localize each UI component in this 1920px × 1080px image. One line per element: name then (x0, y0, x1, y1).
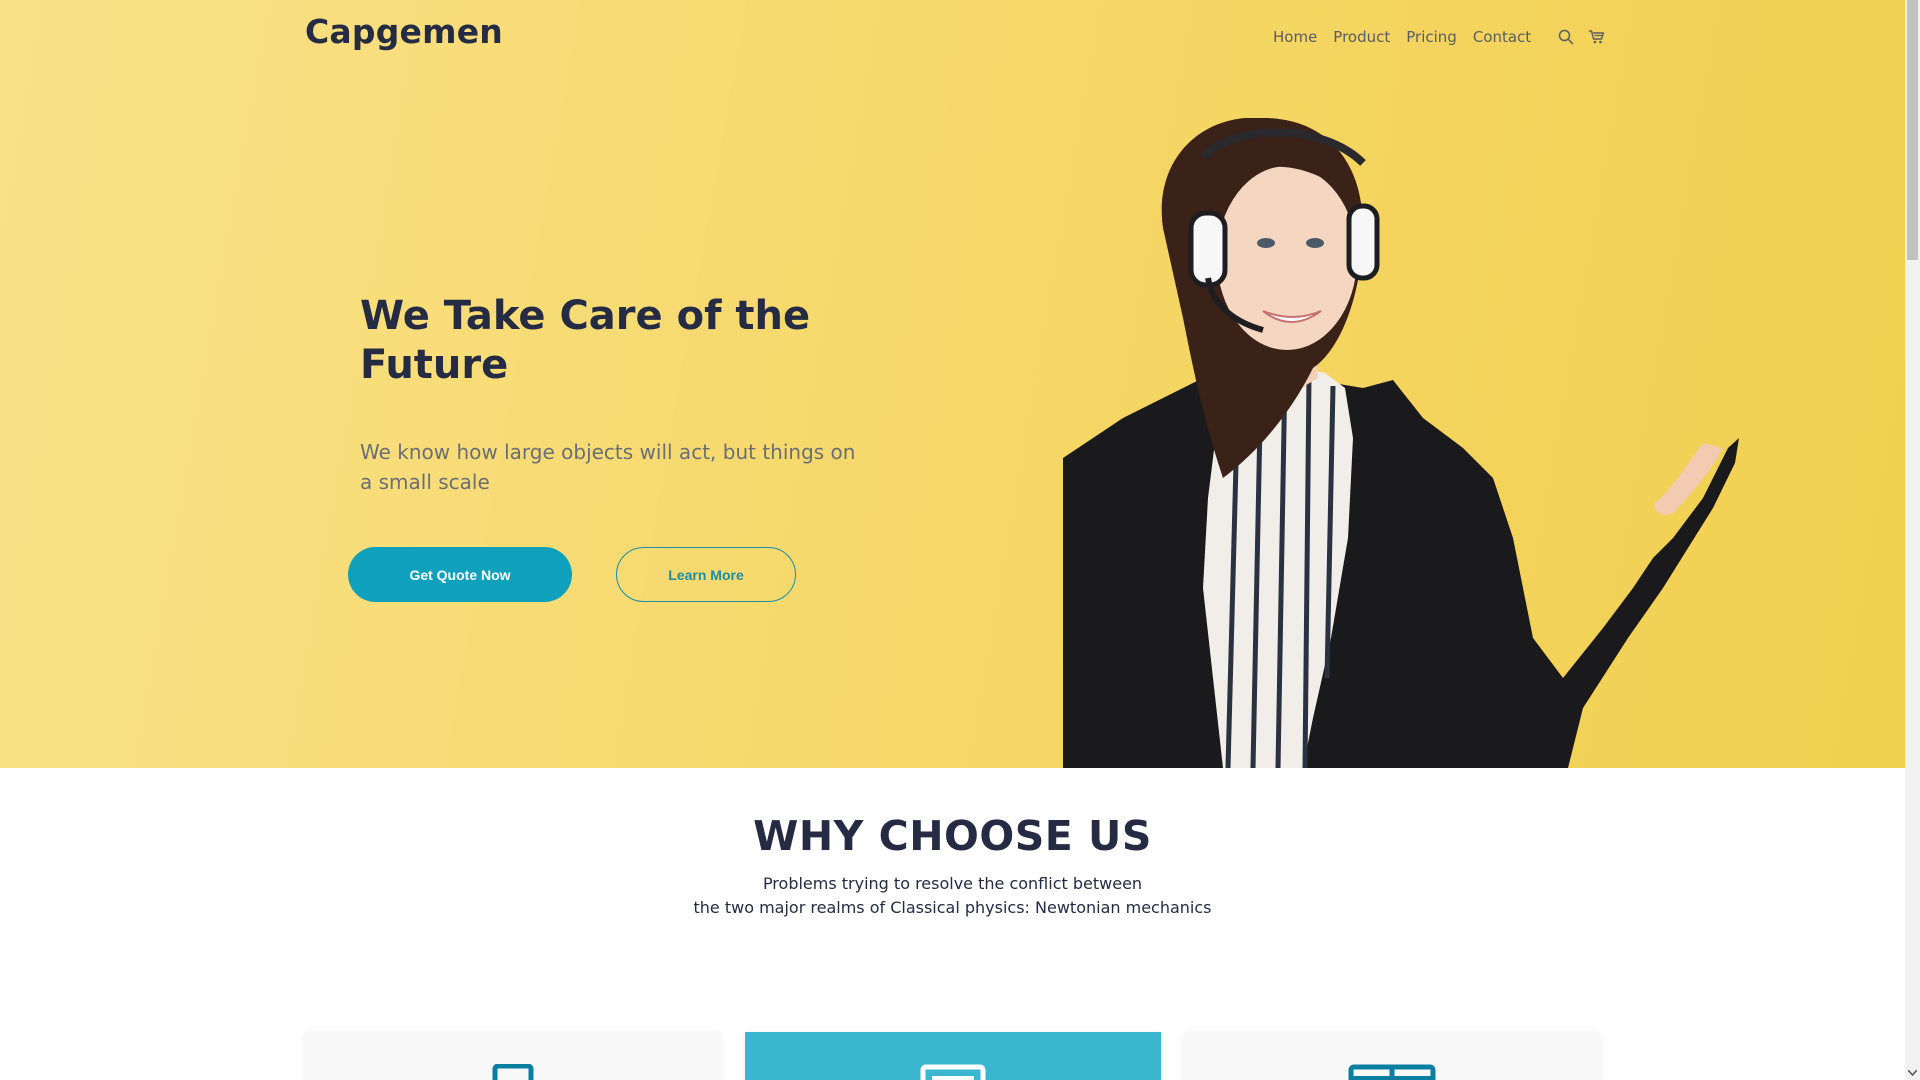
learn-more-button[interactable]: Learn More (616, 547, 796, 602)
layout-icon (1348, 1064, 1436, 1080)
hero-title: We Take Care of the Future (360, 293, 811, 388)
feature-card-3[interactable] (1184, 1032, 1600, 1080)
document-icon (920, 1064, 986, 1080)
briefcase-icon (475, 1063, 551, 1080)
get-quote-button[interactable]: Get Quote Now (348, 547, 572, 602)
feature-card-1[interactable] (305, 1032, 721, 1080)
brand-logo[interactable]: Capgemen (305, 12, 503, 51)
nav-contact[interactable]: Contact (1473, 28, 1531, 46)
nav-pricing[interactable]: Pricing (1406, 28, 1457, 46)
why-line-1: Problems trying to resolve the conflict … (762, 874, 1143, 893)
search-icon[interactable] (1555, 26, 1577, 48)
cart-icon[interactable] (1585, 26, 1607, 48)
why-line-2: the two major realms of Classical physic… (693, 898, 1212, 917)
why-choose-us-title: WHY CHOOSE US (753, 812, 1152, 860)
main-nav: Home Product Pricing Contact (1273, 26, 1607, 48)
scroll-down-icon[interactable] (1907, 1065, 1918, 1080)
hero-person-image (1063, 118, 1739, 768)
nav-home[interactable]: Home (1273, 28, 1317, 46)
nav-product[interactable]: Product (1333, 28, 1390, 46)
hero-subtitle: We know how large objects will act, but … (360, 440, 856, 494)
page-scrollbar[interactable] (1905, 0, 1920, 1080)
hero-section: Capgemen Home Product Pricing Contact We… (0, 0, 1905, 768)
scrollbar-thumb[interactable] (1907, 0, 1918, 260)
why-choose-us-subtitle: Problems trying to resolve the conflict … (0, 872, 1905, 920)
feature-card-2[interactable] (745, 1032, 1161, 1080)
